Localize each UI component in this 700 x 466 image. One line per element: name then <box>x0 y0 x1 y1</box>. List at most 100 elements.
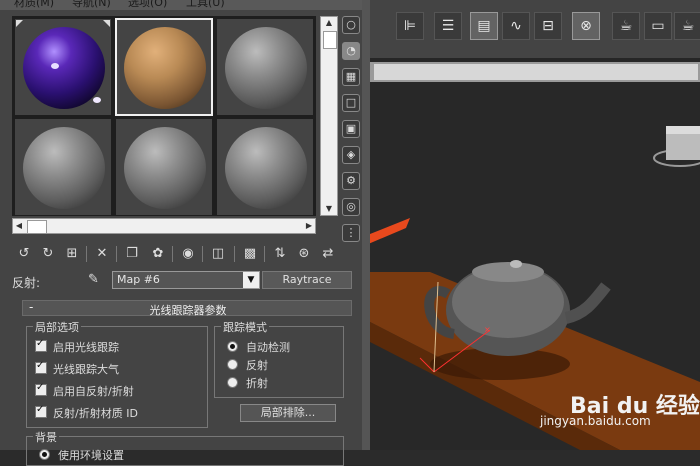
teapot-knob <box>510 260 522 268</box>
checkbox-icon[interactable] <box>35 338 47 352</box>
reflection-map-row: 反射: ✎ Map #6 ▼ Raytrace <box>0 268 362 292</box>
material-sphere-gray <box>23 127 105 209</box>
reset-map-icon[interactable]: ✕ <box>92 244 112 264</box>
go-to-parent-icon[interactable]: ⊛ <box>294 244 314 264</box>
rollout-header[interactable]: - 光线跟踪器参数 <box>22 300 352 317</box>
material-id-channel-icon[interactable]: ◫ <box>208 244 228 264</box>
sample-slot-1[interactable] <box>14 18 112 116</box>
options-icon[interactable]: ⚙ <box>342 172 360 190</box>
raytrace-atmospherics-checkbox[interactable]: 光线跟踪大气 <box>35 360 119 377</box>
sample-slot-3[interactable] <box>216 18 314 116</box>
scroll-up-arrow-icon[interactable]: ▲ <box>321 17 337 29</box>
slot-horizontal-scrollbar[interactable]: ◀ ▶ <box>12 218 316 234</box>
viewport-label-strip[interactable] <box>374 64 698 80</box>
sample-slot-grid <box>12 16 316 216</box>
trace-mode-group: 跟踪模式 自动检测 反射 折射 <box>214 319 344 398</box>
slot-vertical-scrollbar[interactable]: ▲ ▼ <box>320 16 338 216</box>
scroll-right-arrow-icon[interactable]: ▶ <box>303 219 315 233</box>
trace-mode-title: 跟踪模式 <box>221 319 269 335</box>
scroll-left-arrow-icon[interactable]: ◀ <box>13 219 25 233</box>
map-name-value[interactable]: Map #6 <box>117 273 160 286</box>
menu-material[interactable]: 材质(M) <box>14 0 54 10</box>
material-sphere-gray <box>225 27 307 109</box>
show-map-in-viewport-icon[interactable]: ▩ <box>240 244 260 264</box>
annotation-arrow <box>370 218 410 244</box>
trace-reflect-radio[interactable]: 反射 <box>227 357 268 373</box>
teapot-lid <box>472 262 544 282</box>
assign-to-selection-icon[interactable]: ⊞ <box>62 244 82 264</box>
scroll-thumb[interactable] <box>27 220 47 234</box>
trace-refract-radio[interactable]: 折射 <box>227 375 268 391</box>
get-material-icon[interactable]: ↺ <box>14 244 34 264</box>
trace-auto-detect-radio[interactable]: 自动检测 <box>227 339 290 355</box>
raytracer-parameters-rollout: - 光线跟踪器参数 局部选项 启用光线跟踪 光线跟踪大气 启用自反射/折射 反射… <box>22 300 352 466</box>
corner-marker-icon <box>103 20 110 27</box>
map-name-dropdown[interactable]: Map #6 ▼ <box>112 271 260 289</box>
select-by-material-icon[interactable]: ◎ <box>342 198 360 216</box>
radio-label: 使用环境设置 <box>58 449 124 462</box>
sample-slot-2-active[interactable] <box>115 18 213 116</box>
scroll-down-arrow-icon[interactable]: ▼ <box>321 203 337 215</box>
scene-explorer-icon[interactable]: ▤ <box>470 12 498 40</box>
render-production-icon[interactable]: ☕ <box>674 12 700 40</box>
menu-tools[interactable]: 工具(U) <box>186 0 225 10</box>
make-preview-icon[interactable]: ◈ <box>342 146 360 164</box>
checkbox-icon[interactable] <box>35 382 47 396</box>
sample-type-sphere-icon[interactable]: ○ <box>342 16 360 34</box>
show-end-result-icon[interactable]: ⇅ <box>270 244 290 264</box>
main-toolbar: ⊫ ☰ ▤ ∿ ⊟ ⊗ ☕ ▭ ☕ <box>370 0 700 58</box>
rollout-title: 光线跟踪器参数 <box>149 304 227 317</box>
put-to-library-icon[interactable]: ◉ <box>178 244 198 264</box>
background-title: 背景 <box>33 429 59 445</box>
enable-raytrace-checkbox[interactable]: 启用光线跟踪 <box>35 338 119 355</box>
local-exclude-button[interactable]: 局部排除... <box>240 404 336 422</box>
sample-slot-6[interactable] <box>216 118 314 216</box>
sample-slot-5[interactable] <box>115 118 213 216</box>
checkbox-icon[interactable] <box>35 360 47 374</box>
backlight-icon[interactable]: ◔ <box>342 42 360 60</box>
menu-options[interactable]: 选项(O) <box>128 0 167 10</box>
use-environment-radio[interactable]: 使用环境设置 <box>39 447 124 463</box>
self-reflect-refract-checkbox[interactable]: 启用自反射/折射 <box>35 382 134 399</box>
baidu-watermark-url: jingyan.baidu.com <box>540 414 651 428</box>
video-color-check-icon[interactable]: ▣ <box>342 120 360 138</box>
render-setup-icon[interactable]: ☕ <box>612 12 640 40</box>
toolbar-divider <box>172 246 173 262</box>
align-icon[interactable]: ⊫ <box>396 12 424 40</box>
sample-slot-4[interactable] <box>14 118 112 216</box>
sample-options-toolbar: ○ ◔ ▦ □ ▣ ◈ ⚙ ◎ ⋮ <box>340 14 362 250</box>
make-unique-icon[interactable]: ✿ <box>148 244 168 264</box>
material-editor-icon[interactable]: ⊗ <box>572 12 600 40</box>
sample-uv-tiling-icon[interactable]: □ <box>342 94 360 112</box>
scroll-thumb[interactable] <box>323 31 337 49</box>
curve-editor-icon[interactable]: ∿ <box>502 12 530 40</box>
teapot-spout <box>564 282 611 324</box>
make-copy-icon[interactable]: ❐ <box>122 244 142 264</box>
schematic-view-icon[interactable]: ⊟ <box>534 12 562 40</box>
panel-divider <box>362 0 370 450</box>
eyedropper-icon[interactable]: ✎ <box>88 272 99 287</box>
toolbar-divider <box>234 246 235 262</box>
material-id-checkbox[interactable]: 反射/折射材质 ID <box>35 404 138 421</box>
go-forward-to-sibling-icon[interactable]: ⇄ <box>318 244 338 264</box>
material-editor-panel: 材质(M) 导航(N) 选项(O) 工具(U) ▲ ▼ ◀ ▶ ○ ◔ ▦ □ … <box>0 0 362 466</box>
chevron-down-icon[interactable]: ▼ <box>243 272 259 288</box>
background-checker-icon[interactable]: ▦ <box>342 68 360 86</box>
menu-navigation[interactable]: 导航(N) <box>72 0 111 10</box>
put-to-scene-icon[interactable]: ↻ <box>38 244 58 264</box>
material-editor-toolbar: ↺ ↻ ⊞ ✕ ❐ ✿ ◉ ◫ ▩ ⇅ ⊛ ⇄ <box>14 244 354 264</box>
specular-highlight <box>51 63 59 69</box>
checkbox-label: 反射/折射材质 ID <box>53 407 138 420</box>
material-navigator-icon[interactable]: ⋮ <box>342 224 360 242</box>
map-type-button[interactable]: Raytrace <box>262 271 352 289</box>
layer-manager-icon[interactable]: ☰ <box>434 12 462 40</box>
radio-icon[interactable] <box>227 341 238 352</box>
radio-icon[interactable] <box>39 449 50 460</box>
rendered-frame-window-icon[interactable]: ▭ <box>644 12 672 40</box>
material-sphere-purple <box>23 27 105 109</box>
radio-icon[interactable] <box>227 377 238 388</box>
checkbox-icon[interactable] <box>35 404 47 418</box>
reflection-label: 反射: <box>12 276 41 290</box>
corner-marker-icon <box>16 20 23 27</box>
radio-icon[interactable] <box>227 359 238 370</box>
